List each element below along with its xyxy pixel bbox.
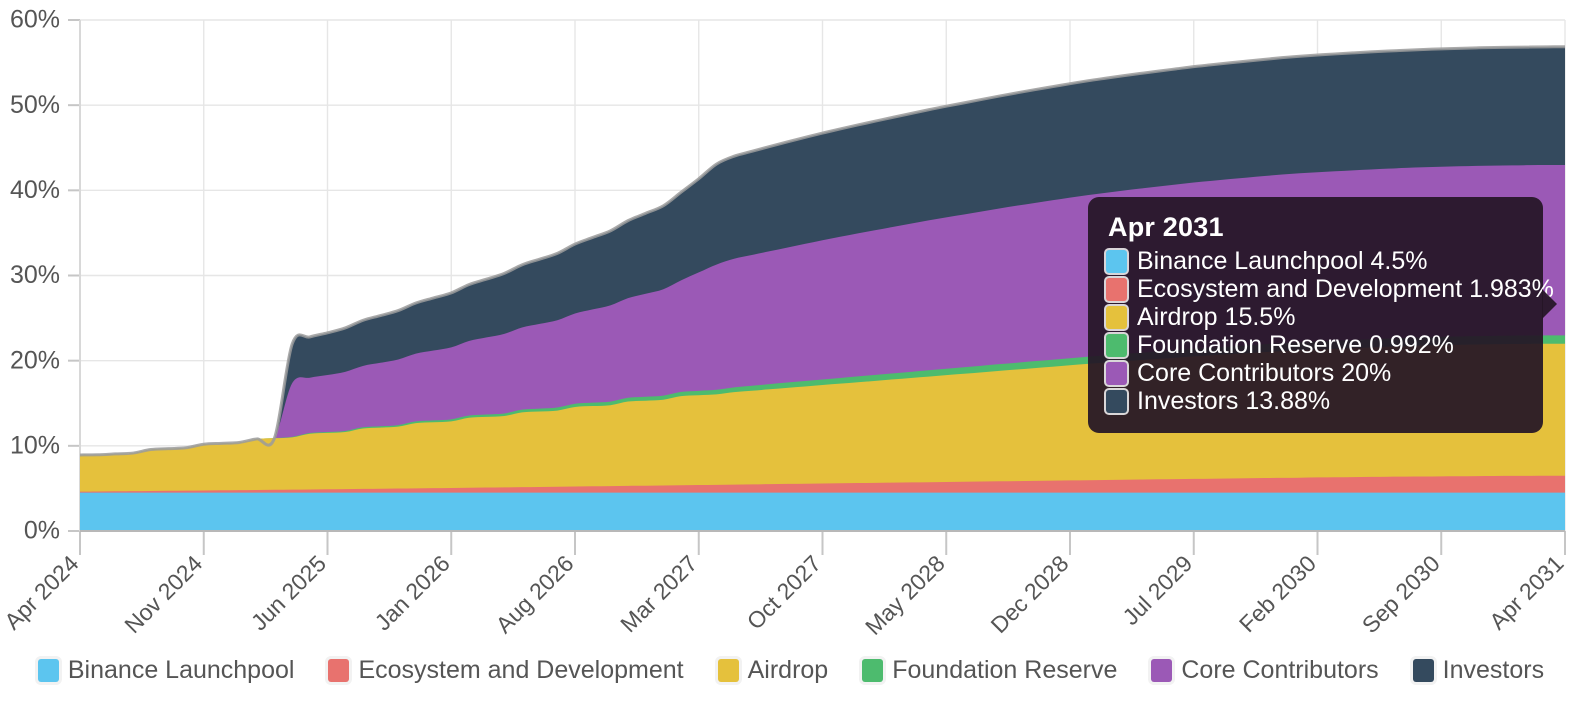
x-axis-tick: Aug 2026 xyxy=(491,550,579,638)
y-axis-tick: 20% xyxy=(10,346,60,374)
legend-label: Foundation Reserve xyxy=(892,655,1118,684)
svg-text:Nov 2024: Nov 2024 xyxy=(119,550,207,638)
legend-swatch-icon xyxy=(37,658,59,682)
x-axis-tick: Apr 2031 xyxy=(1484,550,1568,634)
svg-text:Apr 2024: Apr 2024 xyxy=(0,550,84,635)
tooltip-series-text: Core Contributors 20% xyxy=(1137,359,1392,387)
chart-legend[interactable]: Binance Launchpool Ecosystem and Developm… xyxy=(0,645,1582,695)
tooltip-rows: Binance Launchpool 4.5% Ecosystem and Dev… xyxy=(1106,249,1554,414)
y-axis-tick: 30% xyxy=(10,261,60,289)
legend-swatch-icon xyxy=(717,658,739,682)
svg-text:40%: 40% xyxy=(10,176,60,204)
chart-root: 0% 10% 20% 30% 40% 50% 60% Apr 2024 Nov 2024 Jun … xyxy=(0,0,1582,705)
x-axis-tick: Apr 2024 xyxy=(0,550,84,635)
svg-text:Oct 2027: Oct 2027 xyxy=(742,550,826,634)
tooltip-pointer-icon xyxy=(1542,289,1557,319)
legend-item[interactable]: Foundation Reserve xyxy=(862,656,1117,685)
chart-tooltip: Apr 2031 Binance Launchpool 4.5% Ecosyste… xyxy=(1088,197,1557,433)
svg-text:30%: 30% xyxy=(10,261,60,289)
tooltip-row: Airdrop 15.5% xyxy=(1106,305,1525,330)
legend-label: Ecosystem and Development xyxy=(358,655,684,684)
legend-swatch-icon xyxy=(1151,658,1173,682)
x-axis-tick: Nov 2024 xyxy=(119,550,207,638)
tooltip-series-text: Airdrop 15.5% xyxy=(1137,303,1296,331)
legend-item[interactable]: Investors xyxy=(1412,655,1545,685)
tooltip-row: Ecosystem and Development 1.983% xyxy=(1106,277,1554,302)
x-axis-tick: May 2028 xyxy=(860,550,950,640)
legend-label: Core Contributors xyxy=(1181,655,1379,684)
svg-text:May 2028: May 2028 xyxy=(860,550,950,640)
tooltip-title: Apr 2031 xyxy=(1108,212,1224,242)
svg-text:10%: 10% xyxy=(10,431,60,459)
tooltip-series-text: Binance Launchpool 4.5% xyxy=(1137,247,1428,275)
svg-text:0%: 0% xyxy=(24,517,60,545)
x-axis-tick: Sep 2030 xyxy=(1357,550,1445,638)
legend-item[interactable]: Binance Launchpool xyxy=(37,655,295,685)
svg-text:Sep 2030: Sep 2030 xyxy=(1357,550,1445,638)
x-axis-tick: Dec 2028 xyxy=(986,550,1074,638)
tooltip-series-swatch-icon xyxy=(1106,306,1127,329)
y-axis-tick: 50% xyxy=(10,91,60,119)
svg-text:Jun 2025: Jun 2025 xyxy=(246,550,331,635)
svg-text:Aug 2026: Aug 2026 xyxy=(491,550,579,638)
tooltip-row: Binance Launchpool 4.5% xyxy=(1106,249,1525,274)
tooltip-series-swatch-icon xyxy=(1106,362,1127,385)
tooltip-series-swatch-icon xyxy=(1106,278,1127,301)
x-axis-tick: Mar 2027 xyxy=(615,550,702,637)
x-axis-tick: Jan 2026 xyxy=(369,550,454,635)
x-axis-tick: Jul 2029 xyxy=(1117,550,1197,630)
y-axis-tick: 0% xyxy=(24,517,60,545)
area-series-binance-launchpool xyxy=(80,492,1565,531)
legend-swatch-icon xyxy=(862,658,884,682)
svg-text:Mar 2027: Mar 2027 xyxy=(615,550,702,637)
tooltip-row: Core Contributors 20% xyxy=(1106,361,1525,386)
tooltip-series-swatch-icon xyxy=(1106,334,1127,357)
legend-item[interactable]: Airdrop xyxy=(717,655,829,685)
legend-item[interactable]: Ecosystem and Development xyxy=(328,655,684,685)
tooltip-series-swatch-icon xyxy=(1106,250,1127,273)
legend-label: Binance Launchpool xyxy=(67,655,295,684)
x-axis-tick: Feb 2030 xyxy=(1234,550,1321,637)
svg-text:Apr 2031: Apr 2031 xyxy=(1484,550,1568,634)
y-axis-tick: 60% xyxy=(10,6,60,34)
tooltip-series-text: Investors 13.88% xyxy=(1137,387,1331,415)
svg-text:50%: 50% xyxy=(10,91,60,119)
x-axis-tick: Oct 2027 xyxy=(742,550,826,634)
svg-text:Jul 2029: Jul 2029 xyxy=(1117,550,1197,630)
legend-swatch-icon xyxy=(328,658,350,682)
legend-swatch-icon xyxy=(1412,658,1434,682)
tooltip-series-text: Foundation Reserve 0.992% xyxy=(1137,331,1454,359)
svg-text:Dec 2028: Dec 2028 xyxy=(986,550,1074,638)
tooltip-series-text: Ecosystem and Development 1.983% xyxy=(1137,275,1554,303)
svg-text:20%: 20% xyxy=(10,346,60,374)
svg-text:Feb 2030: Feb 2030 xyxy=(1234,550,1321,637)
y-axis-tick: 40% xyxy=(10,176,60,204)
legend-item[interactable]: Core Contributors xyxy=(1151,655,1379,685)
legend-label: Airdrop xyxy=(747,655,829,684)
tooltip-row: Foundation Reserve 0.992% xyxy=(1106,333,1525,358)
svg-text:60%: 60% xyxy=(10,6,60,34)
legend-label: Investors xyxy=(1442,655,1545,684)
x-axis-tick: Jun 2025 xyxy=(246,550,331,635)
tooltip-series-swatch-icon xyxy=(1106,390,1127,413)
tooltip-row: Investors 13.88% xyxy=(1106,389,1525,414)
svg-text:Jan 2026: Jan 2026 xyxy=(369,550,454,635)
y-axis-tick: 10% xyxy=(10,431,60,459)
